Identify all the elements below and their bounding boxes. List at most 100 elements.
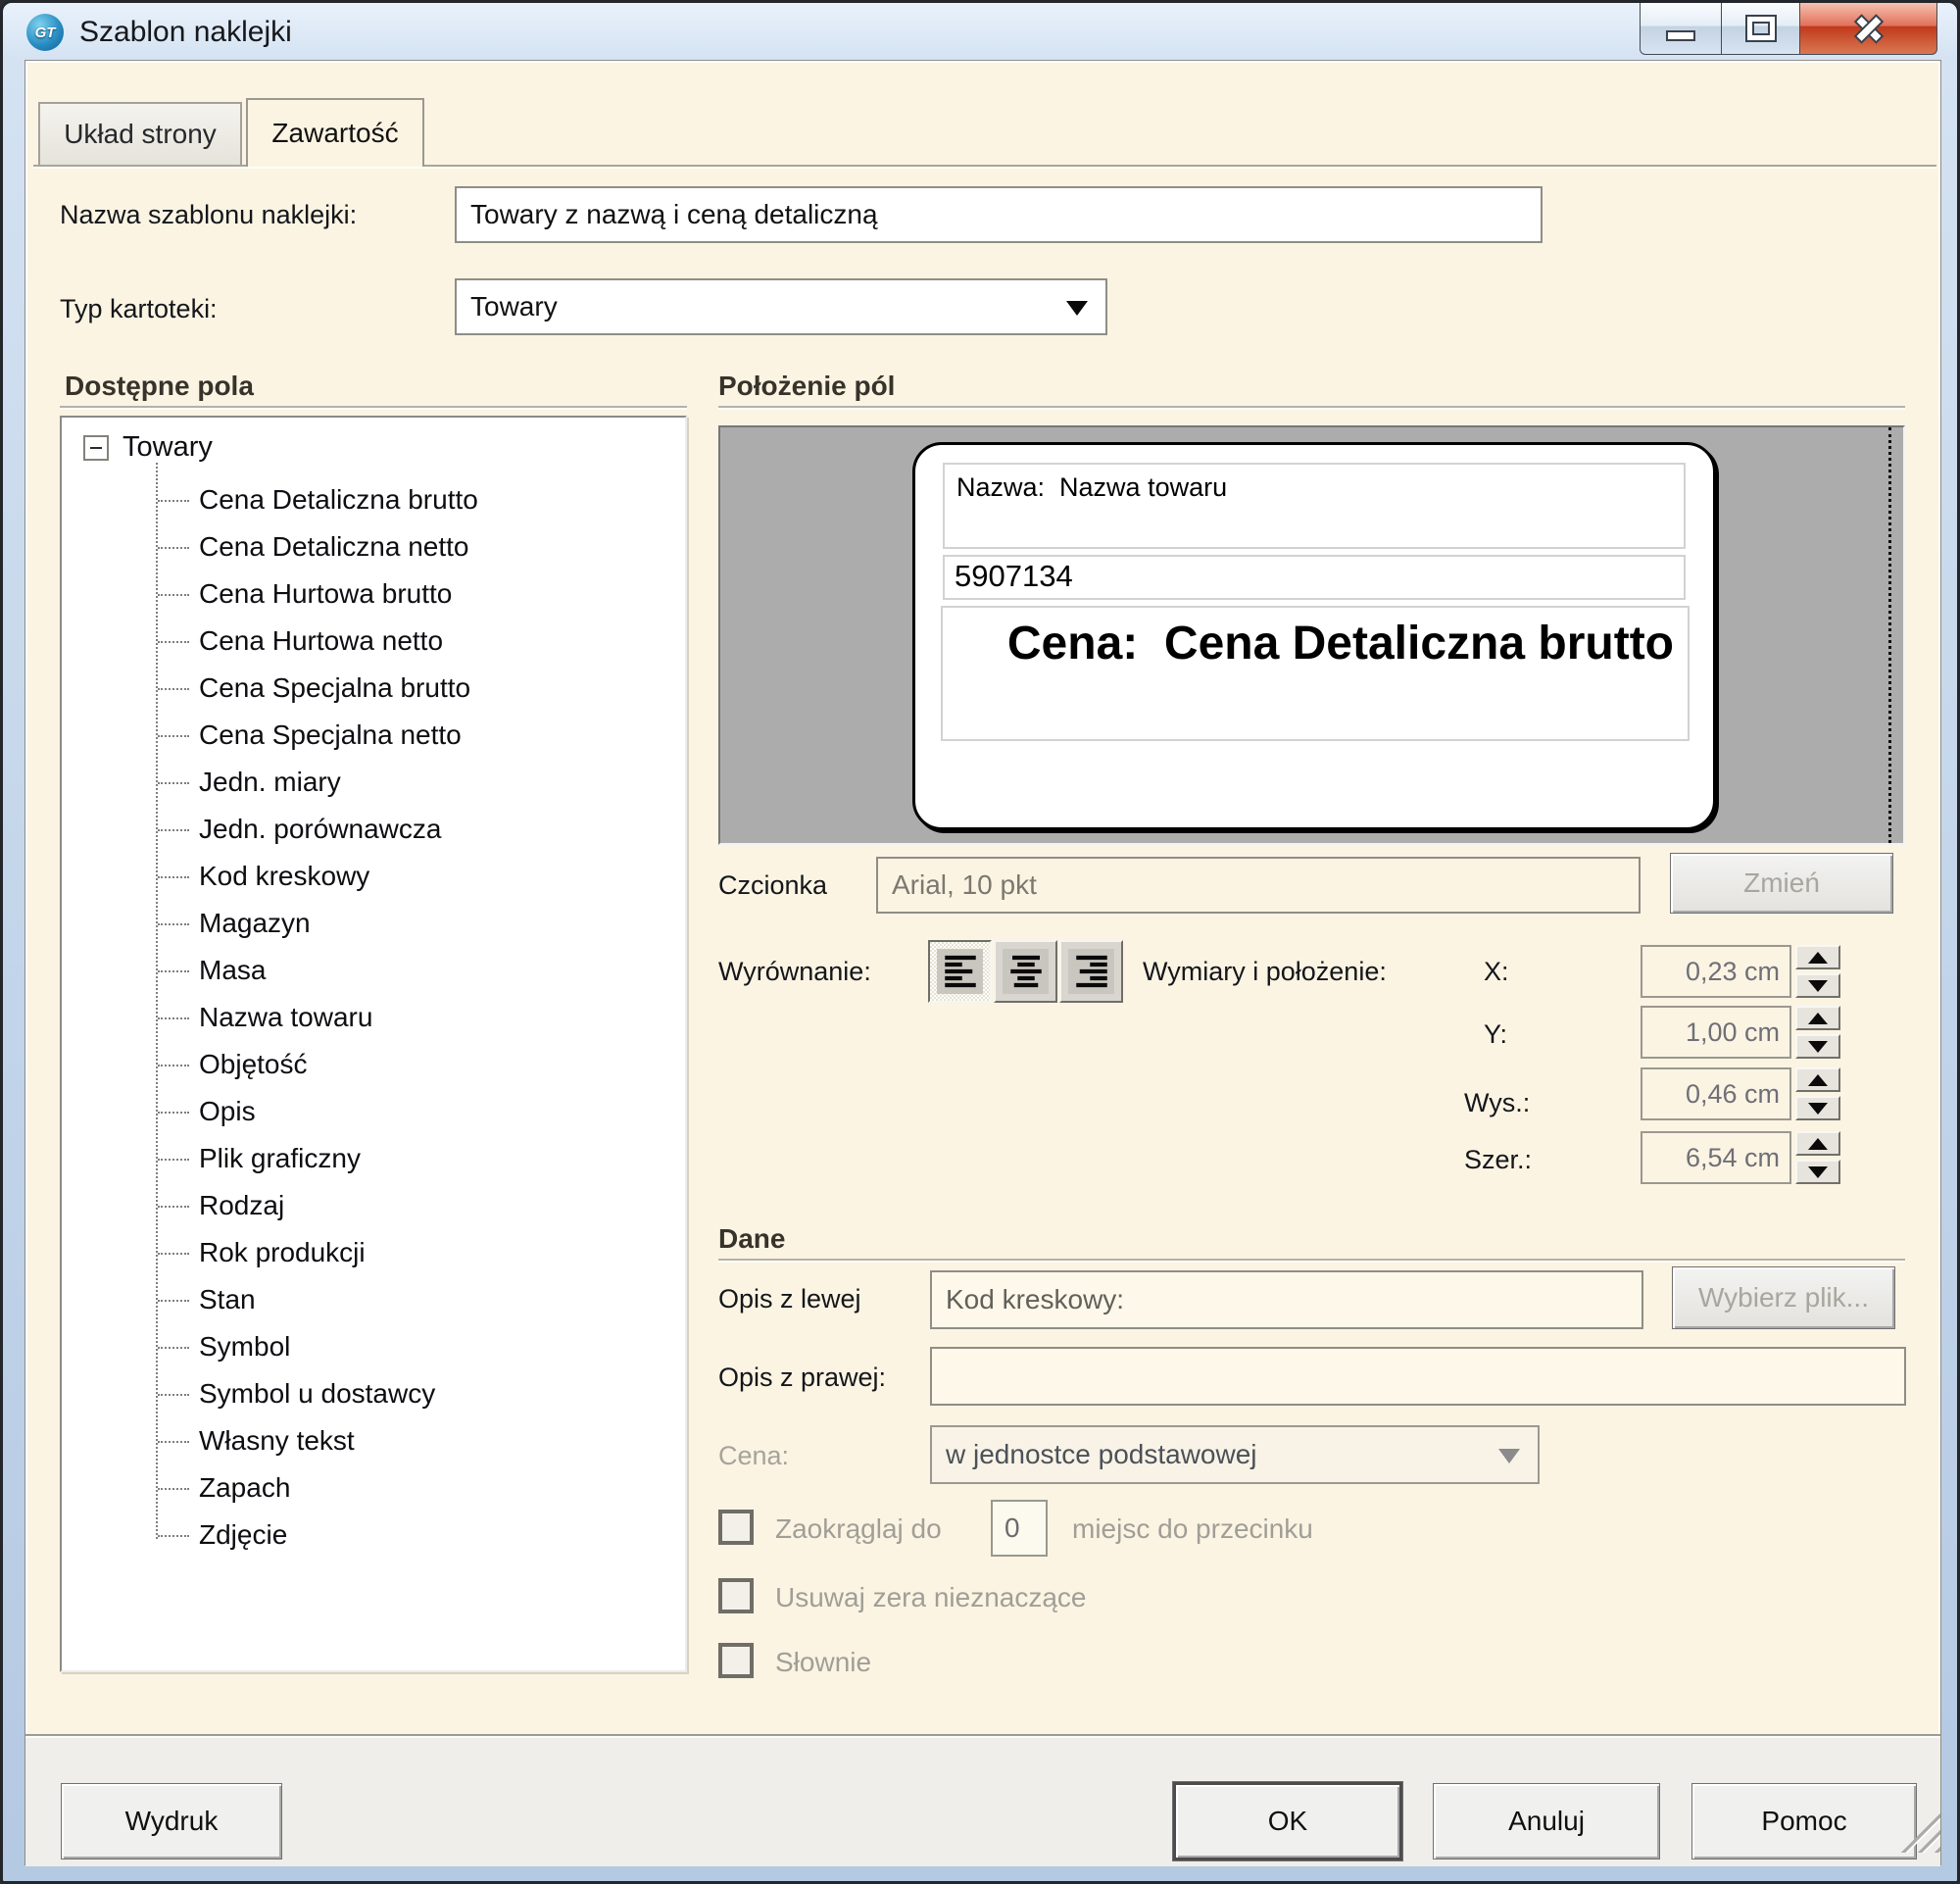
- template-name-input[interactable]: [455, 186, 1543, 243]
- tree-item[interactable]: Zapach: [156, 1464, 665, 1512]
- tree-item[interactable]: Opis: [156, 1088, 665, 1135]
- x-spin-up-button[interactable]: [1795, 945, 1840, 969]
- left-desc-label: Opis z lewej: [718, 1284, 861, 1314]
- height-spin-up-button[interactable]: [1795, 1067, 1840, 1092]
- close-button[interactable]: [1800, 3, 1937, 55]
- height-label: Wys.:: [1464, 1088, 1530, 1118]
- choose-file-button[interactable]: Wybierz plik...: [1672, 1266, 1895, 1329]
- tree-item[interactable]: Jedn. porównawcza: [156, 806, 665, 853]
- tree-item[interactable]: Nazwa towaru: [156, 994, 665, 1041]
- tree-item[interactable]: Zdjęcie: [156, 1512, 665, 1559]
- font-label: Czcionka: [718, 870, 827, 901]
- x-label: X:: [1484, 957, 1509, 987]
- tree-item[interactable]: Cena Detaliczna brutto: [156, 476, 665, 523]
- x-spin-down-button[interactable]: [1795, 973, 1840, 998]
- height-input[interactable]: 0,46 cm: [1641, 1067, 1791, 1120]
- x-spinner: [1795, 945, 1840, 998]
- in-words-checkbox[interactable]: [718, 1643, 754, 1678]
- tree-item[interactable]: Stan: [156, 1276, 665, 1323]
- round-label-before: Zaokrąglaj do: [775, 1513, 942, 1545]
- available-fields-header: Dostępne pola: [65, 371, 254, 402]
- width-input[interactable]: 6,54 cm: [1641, 1131, 1791, 1184]
- round-digits-input[interactable]: [991, 1500, 1048, 1557]
- tab-uklad-strony[interactable]: Układ strony: [38, 102, 242, 165]
- tree-item[interactable]: Cena Specjalna brutto: [156, 665, 665, 712]
- template-name-label: Nazwa szablonu naklejki:: [60, 200, 357, 230]
- tab-zawartosc[interactable]: Zawartość: [246, 98, 424, 167]
- maximize-button[interactable]: [1722, 3, 1800, 55]
- tree-item[interactable]: Objętość: [156, 1041, 665, 1088]
- arrow-up-icon: [1808, 952, 1828, 964]
- align-center-button[interactable]: [994, 940, 1057, 1003]
- arrow-down-icon: [1808, 1041, 1828, 1053]
- dialog-window: GT Szablon naklejki Układ strony Zawarto…: [0, 0, 1960, 1884]
- chevron-down-icon: [1498, 1449, 1520, 1463]
- width-spinner: [1795, 1131, 1840, 1184]
- print-button[interactable]: Wydruk: [61, 1783, 282, 1859]
- tree-item[interactable]: Cena Hurtowa brutto: [156, 570, 665, 618]
- card-type-select[interactable]: Towary: [455, 278, 1107, 335]
- change-font-button[interactable]: Zmień: [1670, 853, 1893, 914]
- y-spin-down-button[interactable]: [1795, 1034, 1840, 1059]
- preview-field-barcode[interactable]: 5907134: [943, 555, 1686, 600]
- tree-item[interactable]: Masa: [156, 947, 665, 994]
- x-input[interactable]: 0,23 cm: [1641, 945, 1791, 998]
- maximize-icon: [1747, 17, 1775, 40]
- tree-item[interactable]: Rok produkcji: [156, 1229, 665, 1276]
- arrow-up-icon: [1808, 1138, 1828, 1150]
- round-label-after: miejsc do przecinku: [1072, 1513, 1313, 1545]
- arrow-up-icon: [1808, 1013, 1828, 1024]
- collapse-icon[interactable]: [83, 435, 109, 461]
- font-input[interactable]: [876, 857, 1641, 914]
- minimize-button[interactable]: [1640, 3, 1722, 55]
- alignment-label: Wyrównanie:: [718, 957, 871, 987]
- y-spinner: [1795, 1006, 1840, 1059]
- width-spin-up-button[interactable]: [1795, 1131, 1840, 1156]
- tree-item[interactable]: Kod kreskowy: [156, 853, 665, 900]
- label-preview: Nazwa: Nazwa towaru 5907134 Cena: Cena D…: [912, 442, 1716, 830]
- y-input[interactable]: 1,00 cm: [1641, 1006, 1791, 1059]
- tree-item[interactable]: Cena Specjalna netto: [156, 712, 665, 759]
- align-left-button[interactable]: [928, 940, 992, 1003]
- right-desc-input[interactable]: [930, 1347, 1906, 1406]
- tree-item[interactable]: Cena Detaliczna netto: [156, 523, 665, 570]
- titlebar[interactable]: GT Szablon naklejki: [3, 3, 1957, 60]
- arrow-up-icon: [1808, 1074, 1828, 1086]
- tree-item[interactable]: Jedn. miary: [156, 759, 665, 806]
- width-label: Szer.:: [1464, 1145, 1532, 1175]
- app-icon: GT: [26, 14, 64, 51]
- cancel-button[interactable]: Anuluj: [1433, 1783, 1660, 1859]
- align-right-icon: [1068, 949, 1114, 994]
- y-spin-up-button[interactable]: [1795, 1006, 1840, 1030]
- tree-children: Cena Detaliczna brutto Cena Detaliczna n…: [156, 476, 665, 1559]
- align-left-icon: [937, 949, 983, 994]
- tree-item[interactable]: Rodzaj: [156, 1182, 665, 1229]
- help-button[interactable]: Pomoc: [1691, 1783, 1917, 1859]
- available-fields-tree[interactable]: Towary Cena Detaliczna brutto Cena Detal…: [60, 416, 687, 1672]
- price-select[interactable]: w jednostce podstawowej: [930, 1425, 1540, 1484]
- label-preview-panel: Nazwa: Nazwa towaru 5907134 Cena: Cena D…: [718, 425, 1905, 845]
- tree-item[interactable]: Plik graficzny: [156, 1135, 665, 1182]
- minimize-icon: [1668, 32, 1693, 39]
- height-spin-down-button[interactable]: [1795, 1096, 1840, 1120]
- width-spin-down-button[interactable]: [1795, 1160, 1840, 1184]
- tree-item[interactable]: Własny tekst: [156, 1417, 665, 1464]
- tree-item[interactable]: Symbol u dostawcy: [156, 1370, 665, 1417]
- align-right-button[interactable]: [1059, 940, 1123, 1003]
- ok-button[interactable]: OK: [1172, 1781, 1403, 1861]
- price-label: Cena:: [718, 1441, 789, 1471]
- preview-field-name[interactable]: Nazwa: Nazwa towaru: [943, 463, 1686, 549]
- in-words-label: Słownie: [775, 1647, 871, 1678]
- data-section-header: Dane: [718, 1223, 785, 1255]
- preview-field-price[interactable]: Cena: Cena Detaliczna brutto: [941, 606, 1690, 741]
- placement-header: Położenie pól: [718, 371, 895, 402]
- remove-zeros-checkbox[interactable]: [718, 1578, 754, 1613]
- round-checkbox[interactable]: [718, 1510, 754, 1545]
- arrow-down-icon: [1808, 980, 1828, 992]
- tree-root[interactable]: Towary: [83, 431, 213, 464]
- close-icon: [1852, 14, 1886, 43]
- left-desc-input[interactable]: [930, 1270, 1643, 1329]
- tree-item[interactable]: Magazyn: [156, 900, 665, 947]
- tree-item[interactable]: Symbol: [156, 1323, 665, 1370]
- tree-item[interactable]: Cena Hurtowa netto: [156, 618, 665, 665]
